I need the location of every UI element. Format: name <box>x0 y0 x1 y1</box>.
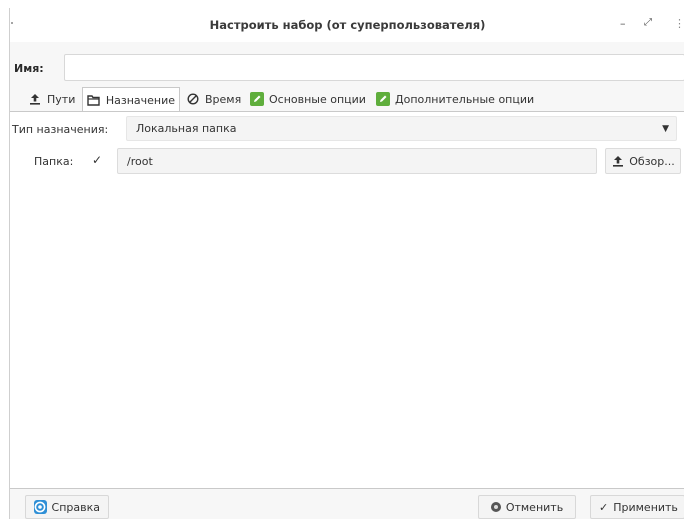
tab-time[interactable]: Время <box>182 87 245 111</box>
name-label: Имя: <box>14 62 44 75</box>
destination-type-value: Локальная папка <box>136 122 237 135</box>
browse-button[interactable]: Обзор... <box>605 148 681 174</box>
clock-icon <box>186 92 200 106</box>
dialog-window: Настроить набор (от суперпользователя) –… <box>9 8 684 519</box>
tab-basic-options[interactable]: Основные опции <box>246 87 370 111</box>
tab-basic-options-label: Основные опции <box>269 92 366 106</box>
tab-destination[interactable]: Назначение <box>82 87 180 112</box>
cancel-button-label: Отменить <box>505 500 564 514</box>
upload-icon <box>28 92 42 106</box>
help-button-label: Справка <box>51 500 100 514</box>
edit-icon <box>376 92 390 106</box>
cancel-button[interactable]: Отменить <box>478 495 576 519</box>
apply-button-label: Применить <box>613 500 678 514</box>
cancel-icon <box>490 502 501 512</box>
tab-paths[interactable]: Пути <box>24 87 79 111</box>
checkmark-icon: ✓ <box>599 500 609 514</box>
chevron-down-icon: ▼ <box>662 124 669 134</box>
destination-panel: Тип назначения: Локальная папка ▼ Папка:… <box>10 111 684 489</box>
tab-time-label: Время <box>205 92 242 106</box>
folder-path-input[interactable] <box>117 148 597 174</box>
tab-advanced-options-label: Дополнительные опции <box>395 92 535 106</box>
help-button[interactable]: Справка <box>25 495 109 519</box>
edit-icon <box>250 92 264 106</box>
tab-bar: Пути Назначение Время Основные опции Доп… <box>10 87 684 112</box>
destination-type-label: Тип назначения: <box>12 123 109 136</box>
help-icon <box>34 500 47 514</box>
folder-icon <box>87 93 101 107</box>
destination-type-select[interactable]: Локальная папка ▼ <box>126 116 677 141</box>
folder-label: Папка: <box>34 155 74 168</box>
window-title: Настроить набор (от суперпользователя) <box>209 18 486 32</box>
check-icon: ✓ <box>92 153 103 167</box>
minimize-button[interactable]: – <box>620 17 626 30</box>
name-input[interactable] <box>64 54 684 81</box>
close-button[interactable]: ⋮ <box>674 17 684 30</box>
tab-advanced-options[interactable]: Дополнительные опции <box>372 87 538 111</box>
tab-paths-label: Пути <box>47 92 76 106</box>
maximize-button[interactable]: ⤢ <box>644 17 652 28</box>
browse-button-label: Обзор... <box>629 154 675 168</box>
apply-button[interactable]: ✓ Применить <box>590 495 684 519</box>
tab-destination-label: Назначение <box>105 93 175 107</box>
upload-icon <box>611 154 625 168</box>
title-bar: Настроить набор (от суперпользователя) –… <box>10 8 684 42</box>
